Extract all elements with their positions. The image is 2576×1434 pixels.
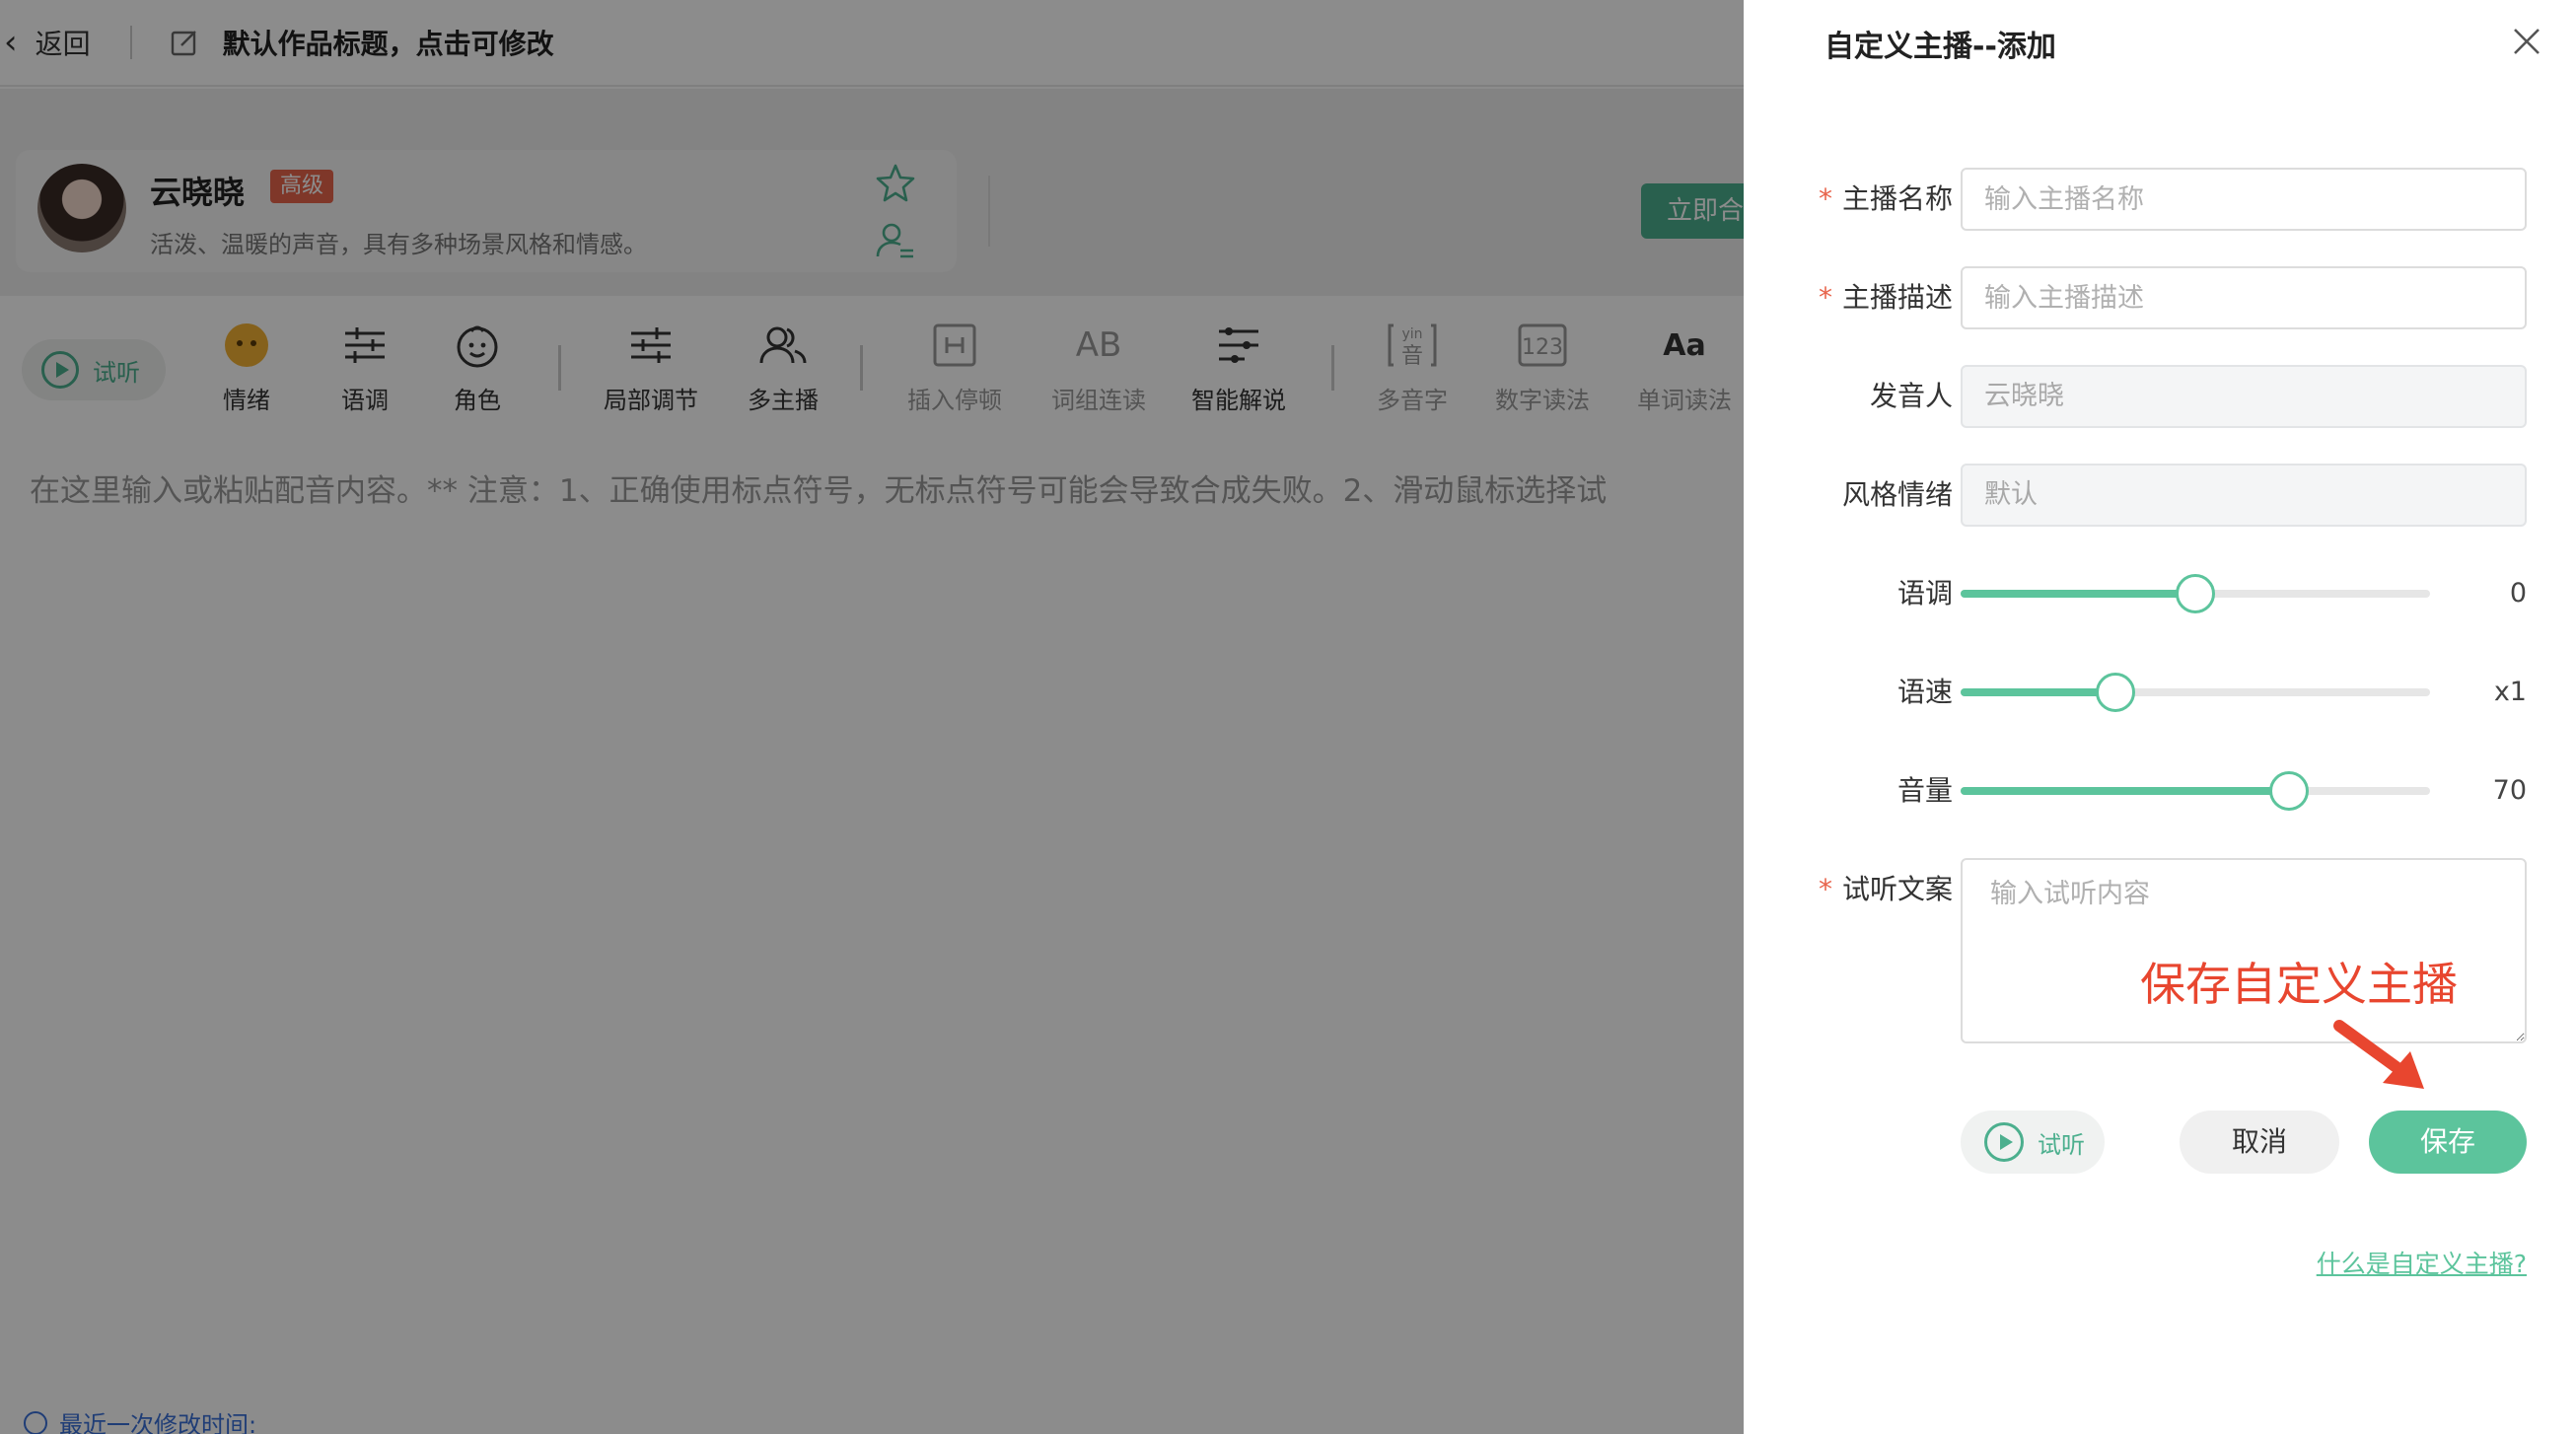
slider-thumb[interactable]: [2176, 574, 2215, 613]
volume-value: 70: [2492, 775, 2527, 806]
required-mark: *: [1818, 873, 1832, 905]
volume-label: 音量: [1896, 774, 1953, 807]
help-link[interactable]: 什么是自定义主播?: [2317, 1245, 2527, 1280]
required-mark: *: [1818, 281, 1832, 314]
close-icon[interactable]: [2511, 26, 2542, 57]
pitch-slider[interactable]: [1961, 574, 2430, 613]
drawer-title: 自定义主播--添加: [1825, 30, 2056, 64]
required-mark: *: [1818, 182, 1832, 215]
field-speed: 语速 x1: [1744, 661, 2576, 724]
slider-thumb[interactable]: [2096, 673, 2136, 712]
style-input: 默认: [1961, 464, 2527, 527]
speed-slider[interactable]: [1961, 673, 2430, 712]
annotation-text: 保存自定义主播: [2140, 958, 2458, 1011]
pitch-value: 0: [2509, 578, 2527, 609]
field-volume: 音量 70: [1744, 759, 2576, 823]
slider-fill: [1961, 590, 2195, 598]
field-style: 风格情绪 默认: [1744, 464, 2576, 527]
cancel-button[interactable]: 取消: [2180, 1111, 2339, 1174]
modal-mask[interactable]: [0, 0, 1744, 1434]
listen-button[interactable]: 试听: [1961, 1111, 2105, 1174]
slider-fill: [1961, 787, 2290, 795]
style-label: 风格情绪: [1841, 478, 1953, 511]
speed-value: x1: [2493, 677, 2527, 707]
sample-text-label: * 试听文案: [1818, 873, 1953, 905]
speed-label: 语速: [1896, 676, 1953, 708]
save-button[interactable]: 保存: [2369, 1111, 2527, 1174]
speaker-label: 发音人: [1869, 380, 1953, 412]
host-name-label: * 主播名称: [1818, 182, 1953, 215]
red-arrow-icon: [2333, 1020, 2424, 1089]
field-sample-text: * 试听文案: [1744, 858, 2576, 1043]
custom-host-drawer: 自定义主播--添加 *主播名称 *主播描述 发音人 云晓晓 风格情绪 默认 语调…: [1744, 0, 2576, 1434]
pitch-label: 语调: [1896, 577, 1953, 609]
speaker-input: 云晓晓: [1961, 365, 2527, 428]
volume-slider[interactable]: [1961, 771, 2430, 811]
host-desc-label: * 主播描述: [1818, 281, 1953, 314]
field-host-desc: * 主播描述: [1744, 266, 2576, 329]
field-pitch: 语调 0: [1744, 562, 2576, 625]
play-icon: [1984, 1122, 2024, 1162]
host-desc-input[interactable]: [1961, 266, 2527, 329]
field-host-name: * 主播名称: [1744, 168, 2576, 231]
listen-label: 试听: [2038, 1130, 2085, 1159]
host-name-input[interactable]: [1961, 168, 2527, 231]
slider-thumb[interactable]: [2269, 771, 2310, 811]
field-speaker: 发音人 云晓晓: [1744, 365, 2576, 428]
slider-fill: [1961, 688, 2116, 696]
